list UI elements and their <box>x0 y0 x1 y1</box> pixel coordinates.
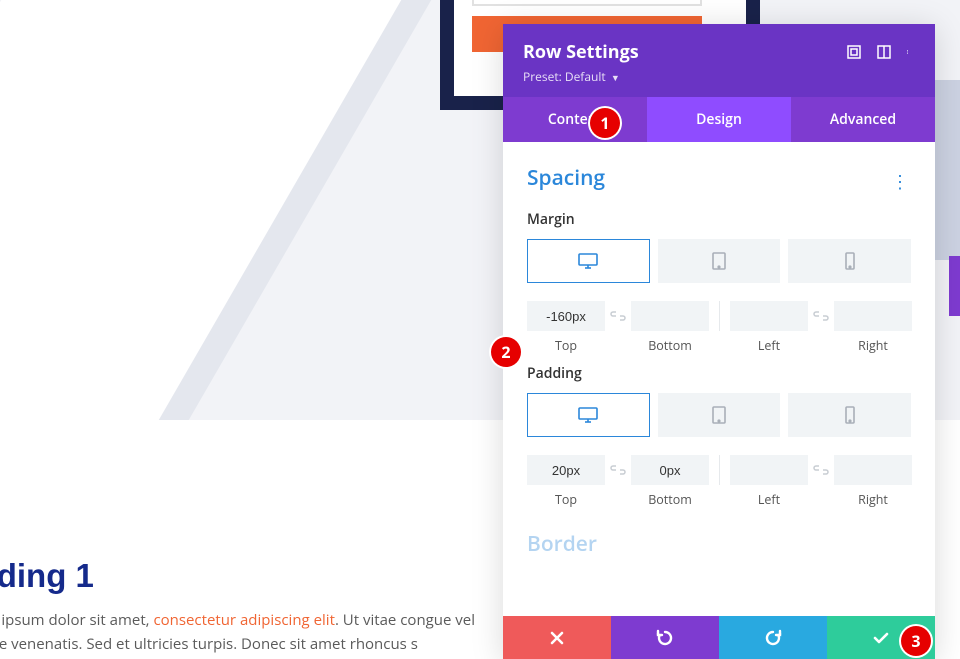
padding-bottom-caption: Bottom <box>631 491 709 508</box>
row-settings-modal: Row Settings Preset: Default ▼ Content D… <box>503 24 935 659</box>
modal-footer-actions <box>503 616 935 659</box>
kebab-menu-icon[interactable] <box>907 42 921 56</box>
expand-icon[interactable] <box>847 42 861 56</box>
divider <box>719 455 720 485</box>
padding-left-input[interactable] <box>730 455 808 485</box>
callout-1: 1 <box>590 108 620 138</box>
callout-3: 3 <box>901 626 931 656</box>
undo-button[interactable] <box>611 616 719 659</box>
padding-right-input[interactable] <box>834 455 912 485</box>
tabs: Content Design Advanced <box>503 97 935 142</box>
right-side-handle[interactable] <box>949 256 960 316</box>
padding-top-input[interactable] <box>527 455 605 485</box>
margin-values-row: Top Bottom Left Right <box>527 301 911 354</box>
link-icon[interactable] <box>609 301 627 331</box>
padding-values-row: Top Bottom Left <box>527 455 911 508</box>
tab-design[interactable]: Design <box>647 97 791 142</box>
section-options-icon[interactable]: ⋮ <box>891 170 909 194</box>
padding-device-row <box>527 393 911 437</box>
callout-2: 2 <box>491 337 521 367</box>
page-body-text: orem ipsum dolor sit amet, consectetur a… <box>0 608 520 656</box>
divider <box>719 301 720 331</box>
margin-right-input[interactable] <box>834 301 912 331</box>
link-icon[interactable] <box>812 301 830 331</box>
chevron-down-icon: ▼ <box>611 71 620 84</box>
link-icon[interactable] <box>609 455 627 485</box>
tab-advanced[interactable]: Advanced <box>791 97 935 142</box>
cancel-button[interactable] <box>503 616 611 659</box>
padding-right-caption: Right <box>834 491 912 508</box>
snap-icon[interactable] <box>877 42 891 56</box>
device-phone-button[interactable] <box>788 393 911 437</box>
padding-left-caption: Left <box>730 491 808 508</box>
modal-header: Row Settings Preset: Default ▼ <box>503 24 935 97</box>
page-heading: eading 1 <box>0 557 94 595</box>
background-card-field <box>472 0 702 6</box>
device-tablet-button[interactable] <box>658 239 781 283</box>
preset-label: Preset: Default <box>523 68 606 85</box>
tab-content[interactable]: Content <box>503 97 647 142</box>
margin-left-caption: Left <box>730 337 808 354</box>
margin-top-input[interactable] <box>527 301 605 331</box>
margin-top-caption: Top <box>527 337 605 354</box>
margin-right-caption: Right <box>834 337 912 354</box>
device-desktop-button[interactable] <box>527 239 650 283</box>
panel-body: Spacing ⋮ Margin Top Bottom <box>503 142 935 616</box>
device-phone-button[interactable] <box>788 239 911 283</box>
link-icon[interactable] <box>812 455 830 485</box>
margin-left-input[interactable] <box>730 301 808 331</box>
section-title-spacing[interactable]: Spacing <box>527 164 911 192</box>
padding-top-caption: Top <box>527 491 605 508</box>
preset-selector[interactable]: Preset: Default ▼ <box>523 68 915 85</box>
body-text-link[interactable]: consectetur adipiscing elit <box>153 610 334 630</box>
padding-label: Padding <box>527 364 911 383</box>
margin-bottom-input[interactable] <box>631 301 709 331</box>
body-text-prefix: orem ipsum dolor sit amet, <box>0 610 153 630</box>
device-desktop-button[interactable] <box>527 393 650 437</box>
margin-label: Margin <box>527 210 911 229</box>
redo-button[interactable] <box>719 616 827 659</box>
padding-bottom-input[interactable] <box>631 455 709 485</box>
margin-device-row <box>527 239 911 283</box>
section-title-next[interactable]: Border <box>527 530 911 558</box>
device-tablet-button[interactable] <box>658 393 781 437</box>
margin-bottom-caption: Bottom <box>631 337 709 354</box>
